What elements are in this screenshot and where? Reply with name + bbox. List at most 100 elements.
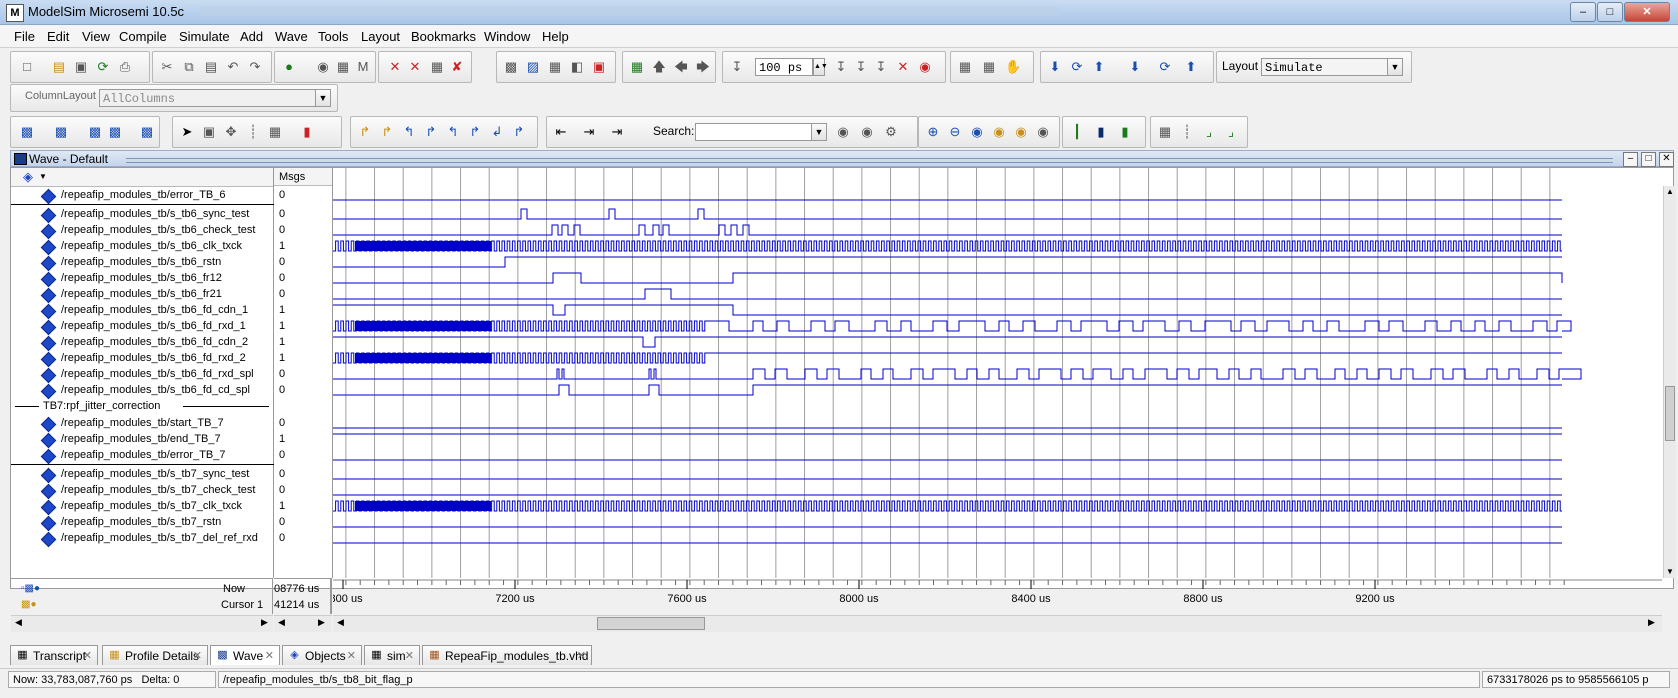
menu-wave[interactable]: Wave [275,29,308,44]
pan-icon[interactable]: ✥ [223,124,239,140]
scroll-left-icon[interactable]: ◀ [15,617,22,628]
wave-options-icon[interactable]: ◈ [23,168,33,186]
stop-sim-icon[interactable]: ▣ [591,59,607,75]
signal-row[interactable]: /repeafip_modules_tb/s_tb7_rstn [11,514,273,532]
close-icon[interactable]: ✕ [405,646,414,666]
lock-cursor-icon[interactable]: ▮ [1117,124,1133,140]
signal-group-header[interactable]: TB7:rpf_jitter_correction [11,398,273,415]
profile-icon[interactable]: ◧ [569,59,585,75]
wave-hscroll-thumb[interactable] [597,617,705,630]
signal-row[interactable]: /repeafip_modules_tb/s_tb7_check_test [11,482,273,500]
close-icon[interactable]: ✕ [577,646,586,666]
go-icon[interactable]: ▦ [629,59,645,75]
close-icon[interactable]: ✕ [193,646,202,666]
minimize-pane-button[interactable]: – [1623,152,1638,167]
wave-hscrollbar[interactable]: ◀ ▶ [333,615,1662,632]
layout-select[interactable]: Simulate [1261,58,1389,76]
break-all-icon[interactable]: ✕ [407,59,423,75]
restart-icon[interactable]: ↧ [729,59,745,75]
menu-tools[interactable]: Tools [318,29,348,44]
menu-add[interactable]: Add [240,29,263,44]
search-find-icon[interactable]: ◉ [835,124,851,140]
performance-icon[interactable]: ▦ [957,59,973,75]
delete-cursor-icon[interactable]: ▮ [1093,124,1109,140]
menu-view[interactable]: View [82,29,110,44]
prev-edge-icon[interactable]: ↰ [401,124,417,140]
add-divider-icon[interactable]: ▩ [53,124,69,140]
tab-vhd-file[interactable]: ▦ RepeaFip_modules_tb.vhd ✕ [422,645,592,665]
chevron-down-icon[interactable]: ▼ [315,89,331,107]
chevron-down-icon[interactable]: ▼ [39,168,47,186]
menu-layout[interactable]: Layout [361,29,400,44]
add-wave-icon[interactable]: ▩ [19,124,35,140]
copy-icon[interactable]: ⧉ [181,59,197,75]
delta-icon[interactable]: ⌟ [1201,124,1217,140]
signal-row[interactable]: /repeafip_modules_tb/s_tb6_fd_cdn_1 [11,302,273,320]
search-settings-icon[interactable]: ⚙ [883,124,899,140]
zoom-last-icon[interactable]: ◉ [1035,124,1051,140]
falling-edge-icon[interactable]: ↲ [489,124,505,140]
signal-row[interactable]: /repeafip_modules_tb/s_tb6_fd_rxd_2 [11,350,273,368]
value-hscrollbar[interactable]: ◀ ▶ [274,615,332,632]
add-cursor-icon[interactable]: ▩ [107,124,123,140]
next-transition-icon[interactable]: ↱ [467,124,483,140]
window-drag-grip[interactable] [126,158,1613,163]
open-folder-icon[interactable]: ▤ [51,59,67,75]
search-input[interactable] [695,123,813,141]
close-pane-button[interactable]: ✕ [1659,152,1674,167]
add-group-icon[interactable]: ▩ [87,124,103,140]
event-icon[interactable]: ⌟ [1223,124,1239,140]
stop-icon[interactable]: ◉ [917,59,933,75]
signal-row[interactable]: /repeafip_modules_tb/s_tb7_del_ref_rxd [11,530,273,548]
print-icon[interactable]: ⎙ [117,59,133,75]
chevron-down-icon[interactable]: ▼ [811,123,827,141]
expand-time-icon[interactable]: ┊ [1179,124,1195,140]
search-prev-icon[interactable]: ⇤ [553,124,569,140]
scroll-left-icon[interactable]: ◀ [337,617,344,628]
zoom-in-icon[interactable]: ⊕ [925,124,941,140]
ruler-icon[interactable]: ┊ [245,124,261,140]
step-back-icon[interactable]: ⬇ [1127,59,1143,75]
format-icon[interactable]: ▦ [1157,124,1173,140]
column-layout-select[interactable]: AllColumns [99,89,317,107]
run-icon[interactable]: ↧ [833,59,849,75]
menu-bookmarks[interactable]: Bookmarks [411,29,476,44]
library-icon[interactable]: ▩ [503,59,519,75]
tab-transcript[interactable]: ▦ Transcript ✕ [10,645,98,665]
rising-edge-icon[interactable]: ↱ [511,124,527,140]
help-icon[interactable]: ● [281,59,297,75]
restore-button[interactable]: □ [1597,2,1623,22]
close-icon[interactable]: ✕ [83,646,92,666]
scroll-up-icon[interactable]: ▲ [1664,186,1676,198]
break-icon[interactable]: ✕ [387,59,403,75]
modelsim-m-icon[interactable]: M [355,59,371,75]
step-over-back-icon[interactable]: ⟳ [1157,59,1173,75]
menu-file[interactable]: File [14,29,35,44]
add-cursor-icon[interactable]: ┃ [1069,124,1085,140]
signal-row[interactable]: /repeafip_modules_tb/s_tb6_clk_txck [11,238,273,256]
signal-row[interactable]: /repeafip_modules_tb/s_tb7_sync_test [11,466,273,484]
tab-sim[interactable]: ▦ sim ✕ [364,645,420,665]
tab-wave[interactable]: ▩ Wave ✕ [210,645,280,665]
up-arrow-icon[interactable]: 🡅 [651,59,667,75]
menu-window[interactable]: Window [484,29,530,44]
signal-row[interactable]: /repeafip_modules_tb/end_TB_7 [11,431,273,449]
hand-icon[interactable]: ✋ [1005,59,1021,75]
zoom-out-icon[interactable]: ⊖ [947,124,963,140]
edit-wave-icon[interactable]: ▦ [267,124,283,140]
redo-icon[interactable]: ↷ [247,59,263,75]
find-icon[interactable]: ◉ [315,59,331,75]
close-icon[interactable]: ✕ [347,646,356,666]
menu-simulate[interactable]: Simulate [179,29,230,44]
s_tb6_fd_rxd_spl-trace[interactable] [333,368,1582,380]
scroll-left-icon[interactable]: ◀ [278,617,285,628]
close-button[interactable]: ✕ [1624,2,1670,22]
zoom-full-icon[interactable]: ◉ [969,124,985,140]
undo-icon[interactable]: ↶ [225,59,241,75]
vertical-scrollbar[interactable]: ▲ ▼ [1663,186,1676,578]
signal-row[interactable]: /repeafip_modules_tb/s_tb6_fd_cdn_2 [11,334,273,352]
scroll-right-icon[interactable]: ▶ [318,617,325,628]
back-arrow-icon[interactable]: 🡄 [673,59,689,75]
signal-row[interactable]: /repeafip_modules_tb/s_tb6_rstn [11,254,273,272]
break-sim-icon[interactable]: ✕ [895,59,911,75]
